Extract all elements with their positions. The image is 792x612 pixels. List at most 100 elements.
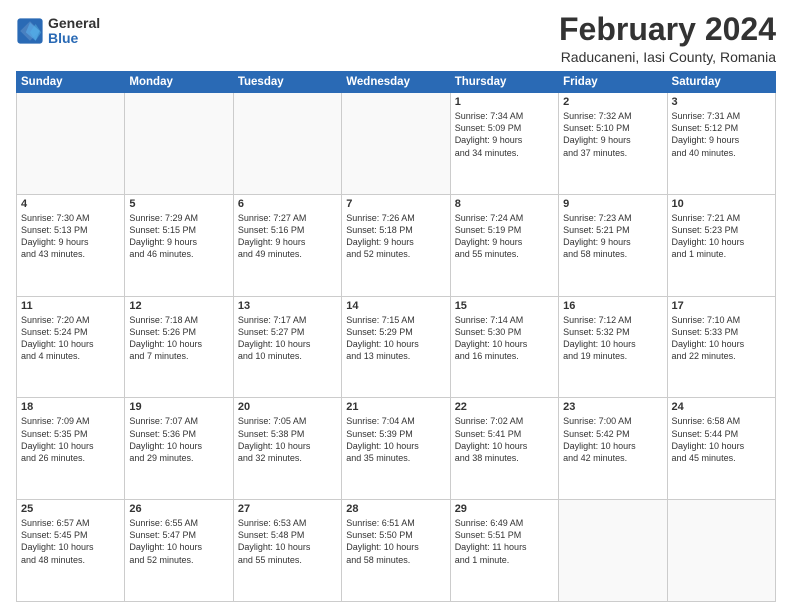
subtitle: Raducaneni, Iasi County, Romania: [559, 49, 776, 65]
calendar-cell: [667, 500, 775, 602]
calendar-cell: [233, 93, 341, 195]
header: General Blue February 2024 Raducaneni, I…: [16, 12, 776, 65]
logo-general: General: [48, 16, 100, 31]
calendar-table: Sunday Monday Tuesday Wednesday Thursday…: [16, 71, 776, 602]
day-info: Sunrise: 7:09 AMSunset: 5:35 PMDaylight:…: [21, 415, 120, 464]
header-tuesday: Tuesday: [233, 72, 341, 93]
calendar-cell: 12 Sunrise: 7:18 AMSunset: 5:26 PMDayligh…: [125, 296, 233, 398]
day-number: 9: [563, 198, 662, 210]
day-number: 19: [129, 401, 228, 413]
day-info: Sunrise: 7:21 AMSunset: 5:23 PMDaylight:…: [672, 212, 771, 261]
day-info: Sunrise: 6:49 AMSunset: 5:51 PMDaylight:…: [455, 517, 554, 566]
day-info: Sunrise: 7:34 AMSunset: 5:09 PMDaylight:…: [455, 110, 554, 159]
calendar-cell: 10 Sunrise: 7:21 AMSunset: 5:23 PMDayligh…: [667, 194, 775, 296]
day-number: 16: [563, 300, 662, 312]
calendar-cell: 15 Sunrise: 7:14 AMSunset: 5:30 PMDayligh…: [450, 296, 558, 398]
day-number: 25: [21, 503, 120, 515]
day-number: 22: [455, 401, 554, 413]
week-row-4: 25 Sunrise: 6:57 AMSunset: 5:45 PMDayligh…: [17, 500, 776, 602]
day-info: Sunrise: 7:26 AMSunset: 5:18 PMDaylight:…: [346, 212, 445, 261]
day-number: 15: [455, 300, 554, 312]
calendar-cell: 29 Sunrise: 6:49 AMSunset: 5:51 PMDayligh…: [450, 500, 558, 602]
day-number: 21: [346, 401, 445, 413]
week-row-0: 1 Sunrise: 7:34 AMSunset: 5:09 PMDaylight…: [17, 93, 776, 195]
day-info: Sunrise: 7:04 AMSunset: 5:39 PMDaylight:…: [346, 415, 445, 464]
day-info: Sunrise: 6:55 AMSunset: 5:47 PMDaylight:…: [129, 517, 228, 566]
day-info: Sunrise: 7:05 AMSunset: 5:38 PMDaylight:…: [238, 415, 337, 464]
day-number: 5: [129, 198, 228, 210]
calendar-cell: 21 Sunrise: 7:04 AMSunset: 5:39 PMDayligh…: [342, 398, 450, 500]
day-number: 29: [455, 503, 554, 515]
day-number: 10: [672, 198, 771, 210]
calendar-cell: 25 Sunrise: 6:57 AMSunset: 5:45 PMDayligh…: [17, 500, 125, 602]
header-thursday: Thursday: [450, 72, 558, 93]
day-number: 3: [672, 96, 771, 108]
main-title: February 2024: [559, 12, 776, 47]
day-info: Sunrise: 7:00 AMSunset: 5:42 PMDaylight:…: [563, 415, 662, 464]
calendar-cell: 16Sunrise: 7:12 AMSunset: 5:32 PMDayligh…: [559, 296, 667, 398]
day-number: 14: [346, 300, 445, 312]
calendar-cell: 17 Sunrise: 7:10 AMSunset: 5:33 PMDayligh…: [667, 296, 775, 398]
calendar-cell: 3 Sunrise: 7:31 AMSunset: 5:12 PMDaylight…: [667, 93, 775, 195]
week-row-2: 11 Sunrise: 7:20 AMSunset: 5:24 PMDayligh…: [17, 296, 776, 398]
day-info: Sunrise: 7:27 AMSunset: 5:16 PMDaylight:…: [238, 212, 337, 261]
day-number: 2: [563, 96, 662, 108]
day-info: Sunrise: 7:29 AMSunset: 5:15 PMDaylight:…: [129, 212, 228, 261]
logo-icon: [16, 17, 44, 45]
calendar-cell: 28Sunrise: 6:51 AMSunset: 5:50 PMDayligh…: [342, 500, 450, 602]
day-number: 4: [21, 198, 120, 210]
day-info: Sunrise: 7:32 AMSunset: 5:10 PMDaylight:…: [563, 110, 662, 159]
day-info: Sunrise: 7:17 AMSunset: 5:27 PMDaylight:…: [238, 314, 337, 363]
header-sunday: Sunday: [17, 72, 125, 93]
day-info: Sunrise: 7:23 AMSunset: 5:21 PMDaylight:…: [563, 212, 662, 261]
day-info: Sunrise: 7:18 AMSunset: 5:26 PMDaylight:…: [129, 314, 228, 363]
logo: General Blue: [16, 16, 100, 47]
day-number: 20: [238, 401, 337, 413]
calendar-cell: 8Sunrise: 7:24 AMSunset: 5:19 PMDaylight…: [450, 194, 558, 296]
calendar-cell: 18 Sunrise: 7:09 AMSunset: 5:35 PMDayligh…: [17, 398, 125, 500]
day-number: 27: [238, 503, 337, 515]
day-number: 18: [21, 401, 120, 413]
day-info: Sunrise: 7:10 AMSunset: 5:33 PMDaylight:…: [672, 314, 771, 363]
calendar-cell: 1 Sunrise: 7:34 AMSunset: 5:09 PMDaylight…: [450, 93, 558, 195]
day-info: Sunrise: 7:02 AMSunset: 5:41 PMDaylight:…: [455, 415, 554, 464]
calendar-cell: 11 Sunrise: 7:20 AMSunset: 5:24 PMDayligh…: [17, 296, 125, 398]
calendar-cell: 27Sunrise: 6:53 AMSunset: 5:48 PMDayligh…: [233, 500, 341, 602]
page: General Blue February 2024 Raducaneni, I…: [0, 0, 792, 612]
calendar-cell: [342, 93, 450, 195]
week-row-3: 18 Sunrise: 7:09 AMSunset: 5:35 PMDayligh…: [17, 398, 776, 500]
header-row: Sunday Monday Tuesday Wednesday Thursday…: [17, 72, 776, 93]
title-block: February 2024 Raducaneni, Iasi County, R…: [559, 12, 776, 65]
calendar-cell: 26Sunrise: 6:55 AMSunset: 5:47 PMDayligh…: [125, 500, 233, 602]
calendar-cell: 22 Sunrise: 7:02 AMSunset: 5:41 PMDayligh…: [450, 398, 558, 500]
header-friday: Friday: [559, 72, 667, 93]
day-info: Sunrise: 7:31 AMSunset: 5:12 PMDaylight:…: [672, 110, 771, 159]
day-number: 13: [238, 300, 337, 312]
day-number: 12: [129, 300, 228, 312]
day-info: Sunrise: 7:14 AMSunset: 5:30 PMDaylight:…: [455, 314, 554, 363]
header-saturday: Saturday: [667, 72, 775, 93]
day-info: Sunrise: 6:51 AMSunset: 5:50 PMDaylight:…: [346, 517, 445, 566]
calendar-cell: 20 Sunrise: 7:05 AMSunset: 5:38 PMDayligh…: [233, 398, 341, 500]
day-number: 24: [672, 401, 771, 413]
day-number: 23: [563, 401, 662, 413]
day-number: 11: [21, 300, 120, 312]
calendar-cell: 4 Sunrise: 7:30 AMSunset: 5:13 PMDaylight…: [17, 194, 125, 296]
calendar-cell: 13 Sunrise: 7:17 AMSunset: 5:27 PMDayligh…: [233, 296, 341, 398]
header-wednesday: Wednesday: [342, 72, 450, 93]
calendar-cell: [125, 93, 233, 195]
calendar-cell: 19 Sunrise: 7:07 AMSunset: 5:36 PMDayligh…: [125, 398, 233, 500]
day-number: 17: [672, 300, 771, 312]
day-number: 1: [455, 96, 554, 108]
day-info: Sunrise: 7:30 AMSunset: 5:13 PMDaylight:…: [21, 212, 120, 261]
calendar-cell: 14 Sunrise: 7:15 AMSunset: 5:29 PMDayligh…: [342, 296, 450, 398]
day-info: Sunrise: 6:57 AMSunset: 5:45 PMDaylight:…: [21, 517, 120, 566]
day-info: Sunrise: 7:15 AMSunset: 5:29 PMDaylight:…: [346, 314, 445, 363]
calendar-cell: 23 Sunrise: 7:00 AMSunset: 5:42 PMDayligh…: [559, 398, 667, 500]
calendar-cell: [17, 93, 125, 195]
logo-blue: Blue: [48, 31, 100, 46]
day-info: Sunrise: 7:20 AMSunset: 5:24 PMDaylight:…: [21, 314, 120, 363]
header-monday: Monday: [125, 72, 233, 93]
calendar-cell: 24Sunrise: 6:58 AMSunset: 5:44 PMDayligh…: [667, 398, 775, 500]
day-info: Sunrise: 7:07 AMSunset: 5:36 PMDaylight:…: [129, 415, 228, 464]
